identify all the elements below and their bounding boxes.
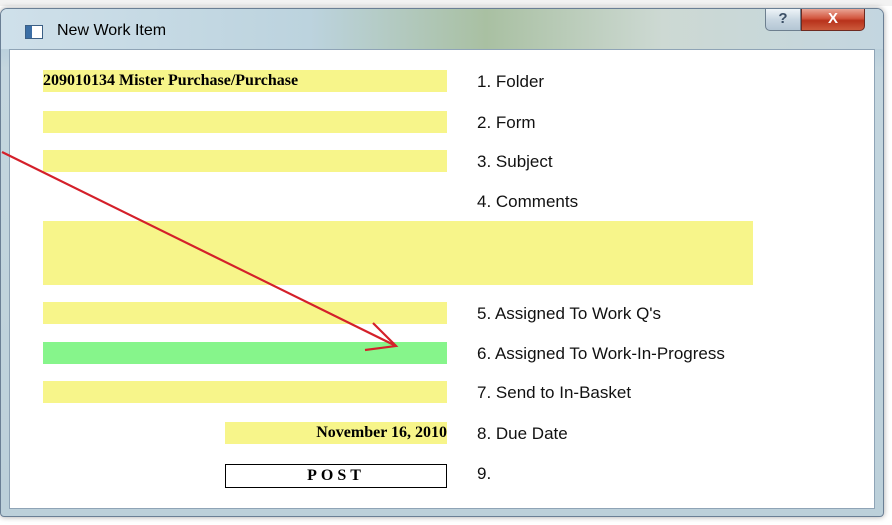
- help-button[interactable]: ?: [765, 9, 801, 31]
- due-date-value: November 16, 2010: [316, 424, 447, 441]
- new-work-item-dialog: New Work Item ? X 209010134 Mister Purch…: [0, 8, 884, 517]
- comments-label: 4. Comments: [477, 192, 579, 211]
- subject-field[interactable]: [43, 150, 447, 172]
- send-inbasket-label: 7. Send to In-Basket: [477, 383, 632, 402]
- assigned-wip-label: 6. Assigned To Work-In-Progress: [477, 344, 725, 363]
- form-label: 2. Form: [477, 113, 536, 132]
- due-date-field[interactable]: November 16, 2010: [225, 422, 447, 444]
- title-bar[interactable]: New Work Item ? X: [1, 9, 883, 49]
- subject-label: 3. Subject: [477, 152, 553, 171]
- form-field[interactable]: [43, 111, 447, 133]
- folder-label: 1. Folder: [477, 72, 545, 91]
- folder-field[interactable]: 209010134 Mister Purchase/Purchase: [43, 70, 447, 92]
- close-button[interactable]: X: [801, 9, 865, 31]
- assigned-work-q-label: 5. Assigned To Work Q's: [477, 304, 662, 323]
- dialog-content: 209010134 Mister Purchase/Purchase 1. Fo…: [9, 49, 875, 509]
- post-button[interactable]: POST: [225, 464, 447, 488]
- assigned-wip-field[interactable]: [43, 342, 447, 364]
- window-icon: [25, 25, 43, 39]
- background-document: [0, 0, 892, 6]
- comments-textarea[interactable]: [43, 221, 753, 285]
- assigned-work-q-field[interactable]: [43, 302, 447, 324]
- post-label: 9.: [477, 464, 492, 483]
- send-inbasket-field[interactable]: [43, 381, 447, 403]
- folder-value: 209010134 Mister Purchase/Purchase: [43, 72, 299, 89]
- due-date-label: 8. Due Date: [477, 424, 568, 443]
- window-title: New Work Item: [57, 22, 167, 39]
